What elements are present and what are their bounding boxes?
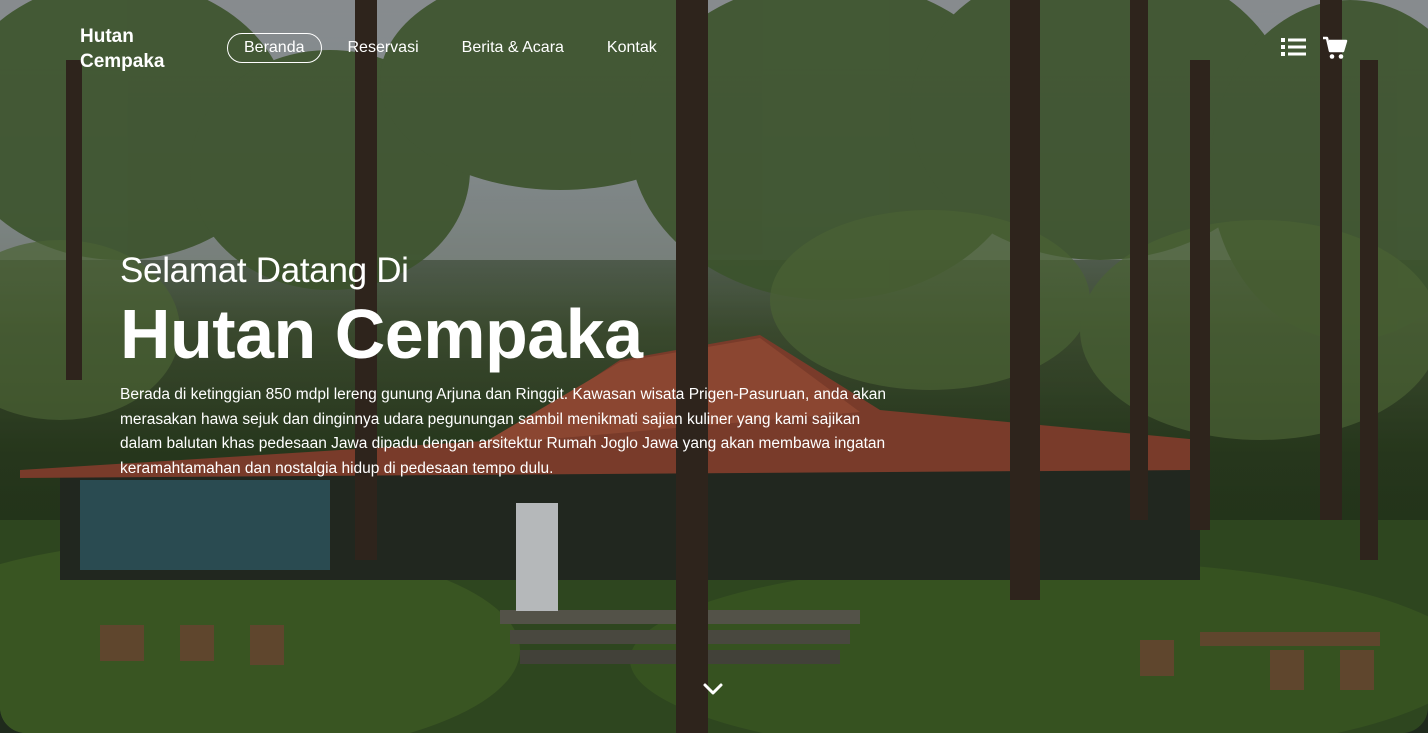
nav-item-reservasi[interactable]: Reservasi [331, 33, 436, 63]
hero-text-block: Selamat Datang Di Hutan Cempaka Berada d… [120, 250, 900, 481]
hero-description: Berada di ketinggian 850 mdpl lereng gun… [120, 386, 887, 477]
hero-welcome: Selamat Datang Di [120, 251, 409, 290]
top-navbar: Hutan Cempaka Beranda Reservasi Berita &… [0, 0, 1428, 100]
nav-item-beranda[interactable]: Beranda [227, 33, 322, 63]
hero-section: Hutan Cempaka Beranda Reservasi Berita &… [0, 0, 1428, 733]
nav-item-kontak[interactable]: Kontak [590, 33, 674, 63]
cart-icon[interactable] [1322, 36, 1348, 60]
nav-item-berita-acara[interactable]: Berita & Acara [445, 33, 581, 63]
nav-icons [1281, 36, 1348, 60]
main-menu: Beranda Reservasi Berita & Acara Kontak [227, 33, 683, 63]
list-icon[interactable] [1281, 36, 1306, 60]
hero-title: Hutan Cempaka [120, 295, 643, 373]
chevron-down-icon[interactable] [701, 681, 725, 702]
site-logo[interactable]: Hutan Cempaka [80, 24, 200, 74]
